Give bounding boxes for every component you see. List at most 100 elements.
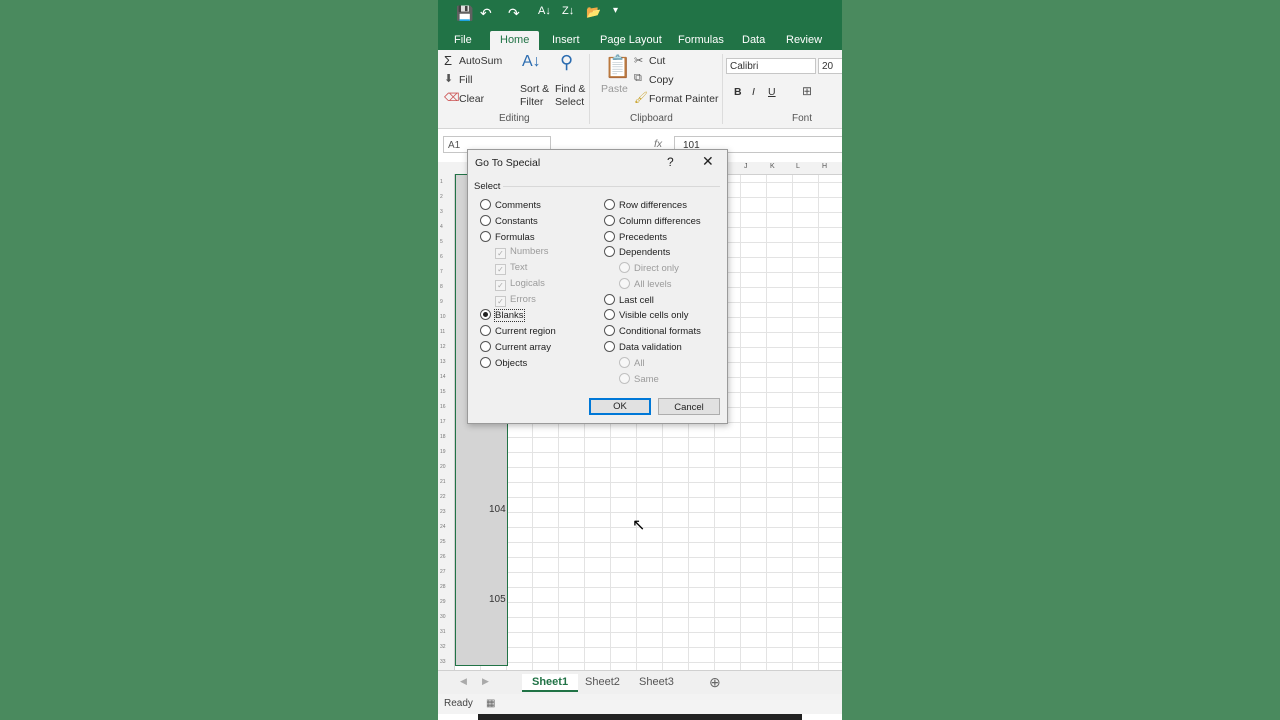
- row-header[interactable]: 30: [440, 614, 446, 620]
- underline-button[interactable]: U: [768, 86, 776, 98]
- row-header[interactable]: 22: [440, 494, 446, 500]
- option-all-levels[interactable]: All levels: [619, 278, 672, 290]
- radio-icon[interactable]: [604, 199, 615, 210]
- autosum-button[interactable]: AutoSum: [459, 55, 502, 67]
- option-precedents[interactable]: Precedents: [604, 231, 667, 243]
- scroll-left-icon[interactable]: ◀: [460, 676, 467, 687]
- option-current-region[interactable]: Current region: [480, 325, 556, 337]
- radio-icon[interactable]: [619, 373, 630, 384]
- option-visible-cells-only[interactable]: Visible cells only: [604, 309, 689, 321]
- tab-page-layout[interactable]: Page Layout: [590, 31, 672, 50]
- row-header[interactable]: 17: [440, 419, 446, 425]
- row-header[interactable]: 23: [440, 509, 446, 515]
- row-header[interactable]: 29: [440, 599, 446, 605]
- row-header[interactable]: 25: [440, 539, 446, 545]
- radio-icon[interactable]: [480, 199, 491, 210]
- row-header[interactable]: 12: [440, 344, 446, 350]
- italic-button[interactable]: I: [752, 86, 755, 98]
- option-data-validation[interactable]: Data validation: [604, 341, 682, 353]
- tab-formulas[interactable]: Formulas: [668, 31, 734, 50]
- add-sheet-icon[interactable]: ⊕: [709, 674, 721, 691]
- help-icon[interactable]: ?: [667, 155, 674, 169]
- option-last-cell[interactable]: Last cell: [604, 294, 654, 306]
- option-text[interactable]: ✓ Text: [495, 262, 527, 275]
- row-header[interactable]: 20: [440, 464, 446, 470]
- close-icon[interactable]: ✕: [702, 153, 714, 170]
- row-header[interactable]: 7: [440, 269, 443, 275]
- option-numbers[interactable]: ✓ Numbers: [495, 246, 549, 259]
- radio-icon[interactable]: [604, 215, 615, 226]
- row-header[interactable]: 8: [440, 284, 443, 290]
- row-header[interactable]: 33: [440, 659, 446, 665]
- row-header[interactable]: 27: [440, 569, 446, 575]
- row-header[interactable]: 11: [440, 329, 445, 335]
- font-name-select[interactable]: Calibri: [726, 58, 816, 74]
- option-objects[interactable]: Objects: [480, 357, 527, 369]
- sort-asc-icon[interactable]: A↓: [538, 5, 551, 17]
- open-folder-icon[interactable]: 📂: [586, 5, 601, 19]
- find-select-label-2[interactable]: Select: [555, 96, 584, 108]
- radio-icon[interactable]: [480, 215, 491, 226]
- row-header[interactable]: 32: [440, 644, 446, 650]
- radio-icon[interactable]: [604, 246, 615, 257]
- font-size-select[interactable]: 20: [818, 58, 842, 74]
- column-header[interactable]: J: [744, 163, 748, 170]
- sort-desc-icon[interactable]: Z↓: [562, 5, 574, 17]
- row-header[interactable]: 6: [440, 254, 443, 260]
- row-header[interactable]: 3: [440, 209, 443, 215]
- option-column-differences[interactable]: Column differences: [604, 215, 701, 227]
- row-header[interactable]: 15: [440, 389, 446, 395]
- radio-icon[interactable]: [604, 231, 615, 242]
- cancel-button[interactable]: Cancel: [658, 398, 720, 415]
- customize-qat-icon[interactable]: ▾: [613, 5, 618, 16]
- ok-button[interactable]: OK: [589, 398, 651, 415]
- row-header[interactable]: 19: [440, 449, 446, 455]
- tab-review[interactable]: Review: [776, 31, 832, 50]
- undo-icon[interactable]: ↶: [480, 5, 492, 22]
- save-icon[interactable]: 💾: [456, 5, 473, 22]
- radio-icon[interactable]: [480, 325, 491, 336]
- copy-button[interactable]: Copy: [649, 74, 674, 86]
- sheet-tab-sheet1[interactable]: Sheet1: [522, 674, 579, 692]
- column-header[interactable]: L: [796, 163, 800, 170]
- radio-selected-icon[interactable]: [480, 309, 491, 320]
- redo-icon[interactable]: ↷: [508, 5, 520, 22]
- radio-icon[interactable]: [619, 278, 630, 289]
- checkbox-icon[interactable]: ✓: [495, 280, 506, 291]
- cell-value[interactable]: 105: [489, 594, 506, 605]
- tab-file[interactable]: File: [444, 31, 482, 50]
- option-conditional-formats[interactable]: Conditional formats: [604, 325, 701, 337]
- row-header[interactable]: 26: [440, 554, 446, 560]
- row-header[interactable]: 16: [440, 404, 446, 410]
- radio-icon[interactable]: [480, 357, 491, 368]
- cut-button[interactable]: Cut: [649, 55, 665, 67]
- option-row-differences[interactable]: Row differences: [604, 199, 687, 211]
- row-header[interactable]: 2: [440, 194, 443, 200]
- row-header[interactable]: 14: [440, 374, 446, 380]
- option-constants[interactable]: Constants: [480, 215, 538, 227]
- row-header[interactable]: 10: [440, 314, 446, 320]
- option-errors[interactable]: ✓ Errors: [495, 294, 536, 307]
- column-header[interactable]: K: [770, 163, 775, 170]
- column-header[interactable]: H: [822, 163, 827, 170]
- row-header[interactable]: 9: [440, 299, 443, 305]
- radio-icon[interactable]: [604, 341, 615, 352]
- option-blanks[interactable]: Blanks: [480, 309, 525, 322]
- checkbox-icon[interactable]: ✓: [495, 248, 506, 259]
- tab-insert[interactable]: Insert: [542, 31, 590, 50]
- row-header[interactable]: 5: [440, 239, 443, 245]
- option-comments[interactable]: Comments: [480, 199, 541, 211]
- radio-icon[interactable]: [480, 341, 491, 352]
- paste-button[interactable]: Paste: [601, 83, 628, 95]
- borders-icon[interactable]: ⊞: [802, 84, 812, 98]
- row-header[interactable]: 21: [440, 479, 446, 485]
- sheet-tab-sheet2[interactable]: Sheet2: [575, 674, 630, 690]
- checkbox-icon[interactable]: ✓: [495, 296, 506, 307]
- option-same[interactable]: Same: [619, 373, 659, 385]
- row-header[interactable]: 1: [440, 179, 443, 185]
- fill-button[interactable]: Fill: [459, 74, 472, 86]
- row-header[interactable]: 24: [440, 524, 446, 530]
- radio-icon[interactable]: [619, 262, 630, 273]
- row-header[interactable]: 28: [440, 584, 446, 590]
- bold-button[interactable]: B: [734, 86, 742, 98]
